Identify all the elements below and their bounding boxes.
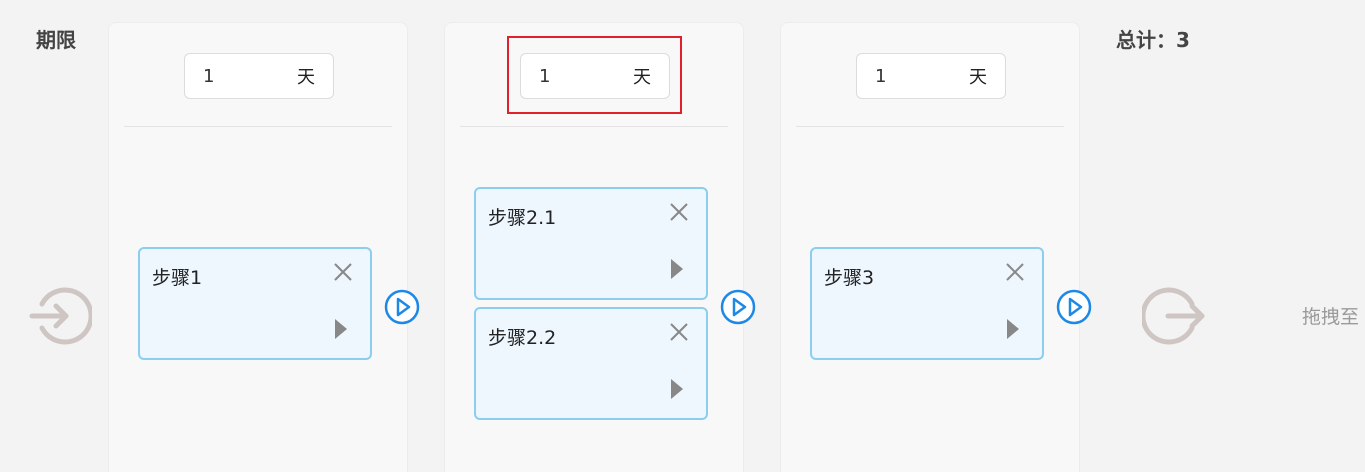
play-circle-icon[interactable] bbox=[720, 289, 756, 325]
step-card-2-2[interactable]: 步骤2.2 bbox=[474, 307, 708, 420]
stage-divider bbox=[460, 126, 728, 127]
days-value: 1 bbox=[875, 65, 887, 87]
step-title: 步骤2.1 bbox=[488, 207, 557, 229]
step-card-2-1[interactable]: 步骤2.1 bbox=[474, 187, 708, 300]
step-title: 步骤3 bbox=[824, 267, 875, 289]
days-unit: 天 bbox=[297, 67, 315, 88]
deadline-label: 期限 bbox=[36, 28, 76, 52]
close-icon[interactable] bbox=[332, 261, 354, 283]
step-title: 步骤2.2 bbox=[488, 327, 557, 349]
play-triangle-icon[interactable] bbox=[670, 378, 684, 400]
stage-divider bbox=[796, 126, 1064, 127]
stage-1-days-input[interactable]: 1 天 bbox=[184, 53, 334, 99]
days-unit: 天 bbox=[969, 67, 987, 88]
stage-3-days-input[interactable]: 1 天 bbox=[856, 53, 1006, 99]
play-circle-icon[interactable] bbox=[384, 289, 420, 325]
close-icon[interactable] bbox=[668, 201, 690, 223]
sign-out-icon bbox=[1142, 287, 1205, 345]
days-value: 1 bbox=[203, 65, 215, 87]
step-card-1[interactable]: 步骤1 bbox=[138, 247, 372, 360]
highlight-box bbox=[507, 36, 682, 114]
close-icon[interactable] bbox=[1004, 261, 1026, 283]
step-card-3[interactable]: 步骤3 bbox=[810, 247, 1044, 360]
drag-hint-text: 拖拽至 bbox=[1302, 306, 1360, 328]
total-count-label: 总计：3 bbox=[1116, 28, 1190, 52]
step-title: 步骤1 bbox=[152, 267, 203, 289]
play-triangle-icon[interactable] bbox=[670, 258, 684, 280]
close-icon[interactable] bbox=[668, 321, 690, 343]
workflow-canvas: 期限 总计：3 1 天 1 天 1 天 步骤1 步骤2.1 步骤2.2 步骤3 … bbox=[0, 0, 1365, 472]
play-triangle-icon[interactable] bbox=[1006, 318, 1020, 340]
sign-in-icon bbox=[29, 287, 92, 345]
play-circle-icon[interactable] bbox=[1056, 289, 1092, 325]
play-triangle-icon[interactable] bbox=[334, 318, 348, 340]
stage-divider bbox=[124, 126, 392, 127]
